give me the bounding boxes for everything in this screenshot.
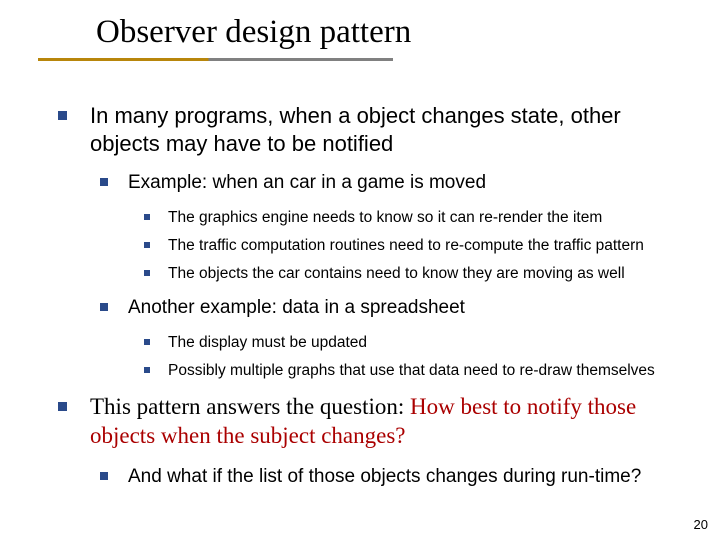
bullet-square-icon	[144, 339, 150, 345]
bullet-text: The graphics engine needs to know so it …	[168, 209, 602, 226]
bullet-list-level3: The graphics engine needs to know so it …	[128, 208, 678, 284]
bullet-square-icon	[144, 270, 150, 276]
bullet-square-icon	[144, 214, 150, 220]
bullet-text: Example: when an car in a game is moved	[128, 172, 486, 193]
bullet-square-icon	[100, 472, 108, 480]
bullet-list-level1: In many programs, when a object changes …	[58, 102, 678, 489]
list-item: The objects the car contains need to kno…	[144, 264, 678, 284]
question-prefix: This pattern answers the question:	[90, 394, 410, 419]
bullet-square-icon	[100, 178, 108, 186]
list-item: Example: when an car in a game is moved …	[100, 171, 678, 284]
bullet-square-icon	[58, 402, 67, 411]
list-item: The traffic computation routines need to…	[144, 236, 678, 256]
slide: Observer design pattern In many programs…	[0, 0, 720, 540]
bullet-text: And what if the list of those objects ch…	[128, 466, 641, 487]
slide-title: Observer design pattern	[96, 14, 411, 51]
bullet-text: The traffic computation routines need to…	[168, 237, 644, 254]
list-item: This pattern answers the question: How b…	[58, 393, 678, 489]
page-number: 20	[694, 517, 708, 532]
list-item: In many programs, when a object changes …	[58, 102, 678, 381]
bullet-text: Another example: data in a spreadsheet	[128, 297, 465, 318]
bullet-square-icon	[58, 111, 67, 120]
slide-body: In many programs, when a object changes …	[58, 102, 678, 501]
bullet-list-level3: The display must be updated Possibly mul…	[128, 333, 678, 381]
list-item: And what if the list of those objects ch…	[100, 465, 678, 490]
bullet-list-level2: Example: when an car in a game is moved …	[90, 171, 678, 381]
list-item: Possibly multiple graphs that use that d…	[144, 361, 678, 381]
bullet-text-question: This pattern answers the question: How b…	[90, 394, 636, 448]
bullet-text: In many programs, when a object changes …	[90, 103, 621, 156]
bullet-text: The objects the car contains need to kno…	[168, 265, 625, 282]
bullet-square-icon	[144, 242, 150, 248]
list-item: The graphics engine needs to know so it …	[144, 208, 678, 228]
bullet-list-level2: And what if the list of those objects ch…	[90, 465, 678, 490]
bullet-text: The display must be updated	[168, 334, 367, 351]
bullet-text: Possibly multiple graphs that use that d…	[168, 362, 655, 379]
bullet-square-icon	[100, 303, 108, 311]
title-underline	[38, 58, 393, 61]
list-item: Another example: data in a spreadsheet T…	[100, 296, 678, 381]
list-item: The display must be updated	[144, 333, 678, 353]
bullet-square-icon	[144, 367, 150, 373]
